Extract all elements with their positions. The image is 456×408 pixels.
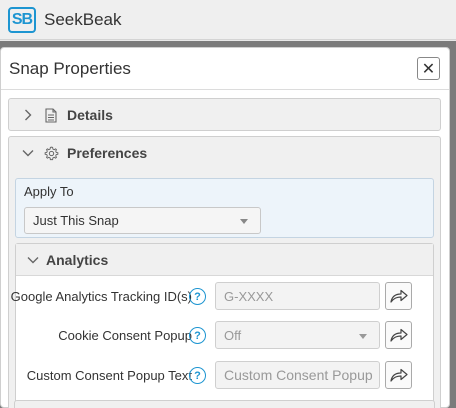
share-arrow-icon xyxy=(389,328,408,342)
apply-to-value: Just This Snap xyxy=(33,213,119,228)
apply-to-select[interactable]: Just This Snap xyxy=(24,207,261,234)
ga-tracking-row: Google Analytics Tracking ID(s) ? G-XXXX xyxy=(0,282,419,312)
share-button[interactable] xyxy=(385,282,412,310)
details-label: Details xyxy=(67,107,113,123)
cookie-consent-label: Cookie Consent Popup xyxy=(58,327,192,343)
gear-icon xyxy=(43,146,59,161)
app-logo[interactable]: SB xyxy=(8,6,36,33)
ga-tracking-label: Google Analytics Tracking ID(s) xyxy=(10,288,192,304)
close-icon: ✕ xyxy=(421,60,436,78)
ga-tracking-placeholder: G-XXXX xyxy=(224,288,274,304)
dropdown-caret-icon xyxy=(359,334,367,339)
share-arrow-icon xyxy=(389,289,408,303)
cookie-consent-row: Cookie Consent Popup ? Off xyxy=(0,321,419,351)
chevron-right-icon xyxy=(21,109,35,121)
next-subsection-edge xyxy=(14,400,435,408)
chevron-down-icon xyxy=(26,256,40,264)
cookie-consent-select[interactable]: Off xyxy=(215,321,380,349)
document-icon xyxy=(43,107,59,123)
share-arrow-icon xyxy=(389,368,408,382)
apply-to-group: Apply To Just This Snap xyxy=(15,178,434,238)
custom-consent-row: Custom Consent Popup Text ? Custom Conse… xyxy=(0,361,419,391)
custom-consent-input[interactable]: Custom Consent Popup xyxy=(215,361,380,389)
apply-to-label: Apply To xyxy=(24,184,74,199)
details-section: Details xyxy=(8,98,441,131)
custom-consent-placeholder: Custom Consent Popup xyxy=(224,367,373,383)
dropdown-caret-icon xyxy=(240,219,248,224)
help-icon[interactable]: ? xyxy=(189,367,206,384)
analytics-header[interactable]: Analytics xyxy=(16,244,433,276)
ga-tracking-input[interactable]: G-XXXX xyxy=(215,282,380,310)
preferences-label: Preferences xyxy=(67,145,148,161)
share-button[interactable] xyxy=(385,321,412,349)
help-icon[interactable]: ? xyxy=(189,288,206,305)
chevron-down-icon xyxy=(21,149,35,157)
dialog-header: Snap Properties ✕ xyxy=(1,48,449,90)
cookie-consent-value: Off xyxy=(224,327,242,343)
dialog-title: Snap Properties xyxy=(9,58,131,78)
app-name: SeekBeak xyxy=(44,9,122,29)
app-header: SB SeekBeak xyxy=(0,0,456,40)
analytics-label: Analytics xyxy=(46,251,109,268)
help-icon[interactable]: ? xyxy=(189,327,206,344)
preferences-section-header[interactable]: Preferences xyxy=(9,137,440,169)
close-button[interactable]: ✕ xyxy=(417,57,440,80)
custom-consent-label: Custom Consent Popup Text xyxy=(26,367,192,383)
share-button[interactable] xyxy=(385,361,412,389)
details-section-header[interactable]: Details xyxy=(9,99,440,131)
